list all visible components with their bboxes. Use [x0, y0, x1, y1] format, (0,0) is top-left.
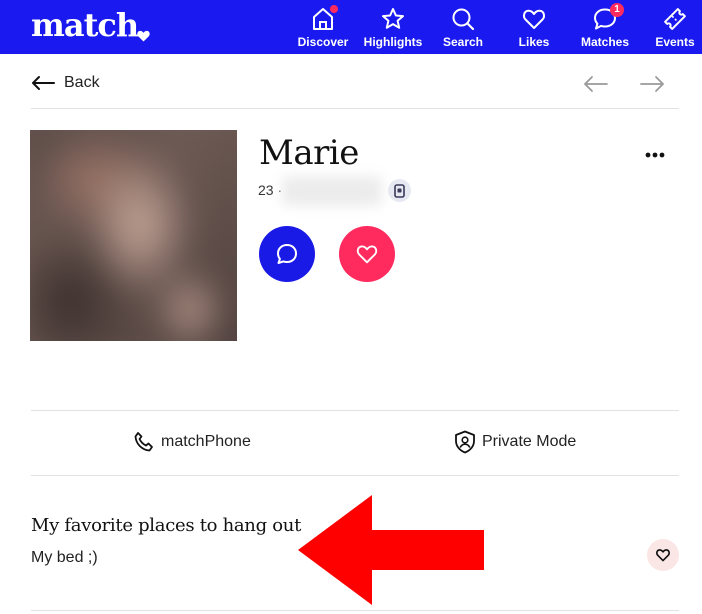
star-icon: [380, 6, 406, 32]
prompt-question: My favorite places to hang out: [31, 515, 302, 536]
like-prompt-button[interactable]: [647, 539, 679, 571]
matchphone-button[interactable]: matchPhone: [133, 429, 251, 455]
profile-name: Marie: [259, 133, 359, 173]
back-label: Back: [64, 74, 100, 91]
arrow-right-icon: [640, 76, 664, 92]
divider: [31, 610, 679, 611]
send-message-button[interactable]: [259, 226, 315, 282]
divider: [31, 475, 679, 476]
nav-label: Events: [655, 35, 695, 49]
ticket-icon: [662, 6, 688, 32]
nav-likes[interactable]: Likes: [515, 0, 553, 54]
divider: [31, 410, 679, 411]
nav-label: Discover: [297, 35, 349, 49]
nav-discover[interactable]: Discover: [297, 0, 349, 54]
more-horizontal-icon: [645, 152, 665, 158]
matches-count-badge: 1: [610, 3, 624, 17]
nav-label: Search: [442, 35, 484, 49]
nav-label: Matches: [580, 35, 630, 49]
heart-icon: [356, 245, 378, 264]
notification-dot: [330, 5, 338, 13]
arrow-left-icon: [584, 76, 608, 92]
verified-phone-badge: [388, 179, 411, 202]
blurred-photo-content: [30, 130, 237, 341]
matchphone-label: matchPhone: [161, 433, 251, 450]
chat-bubble-icon: [277, 244, 297, 264]
search-icon: [450, 6, 476, 32]
shield-user-icon: [455, 430, 475, 454]
divider: [31, 108, 679, 109]
more-options-button[interactable]: [641, 144, 669, 166]
phone-verified-icon: [394, 183, 405, 198]
heart-icon: [521, 6, 547, 32]
next-profile-button[interactable]: [639, 74, 665, 94]
back-button[interactable]: Back: [31, 72, 100, 94]
red-annotation-arrow: [298, 495, 484, 605]
arrow-left-icon: [32, 76, 55, 90]
private-mode-label: Private Mode: [482, 433, 577, 450]
chat-bubble-icon: 1: [592, 3, 624, 32]
nav-label: Likes: [518, 35, 550, 49]
private-mode-button[interactable]: Private Mode: [454, 429, 576, 455]
profile-age: 23 ·: [258, 182, 283, 198]
nav-highlights[interactable]: Highlights: [362, 0, 424, 54]
logo-heart-icon: [137, 30, 150, 42]
profile-photo[interactable]: [30, 130, 237, 341]
prompt-answer: My bed ;): [31, 549, 98, 566]
home-icon: [310, 5, 338, 32]
redacted-location: [282, 176, 382, 206]
top-navigation-bar: match Discover Highlights Search Likes 1: [0, 0, 702, 54]
match-logo[interactable]: match: [31, 6, 139, 44]
heart-icon: [656, 549, 670, 562]
phone-icon: [134, 432, 153, 452]
like-profile-button[interactable]: [339, 226, 395, 282]
nav-matches[interactable]: 1 Matches: [578, 0, 632, 54]
nav-search[interactable]: Search: [440, 0, 486, 54]
previous-profile-button[interactable]: [583, 74, 609, 94]
nav-events[interactable]: Events: [653, 0, 697, 54]
nav-label: Highlights: [363, 35, 423, 49]
